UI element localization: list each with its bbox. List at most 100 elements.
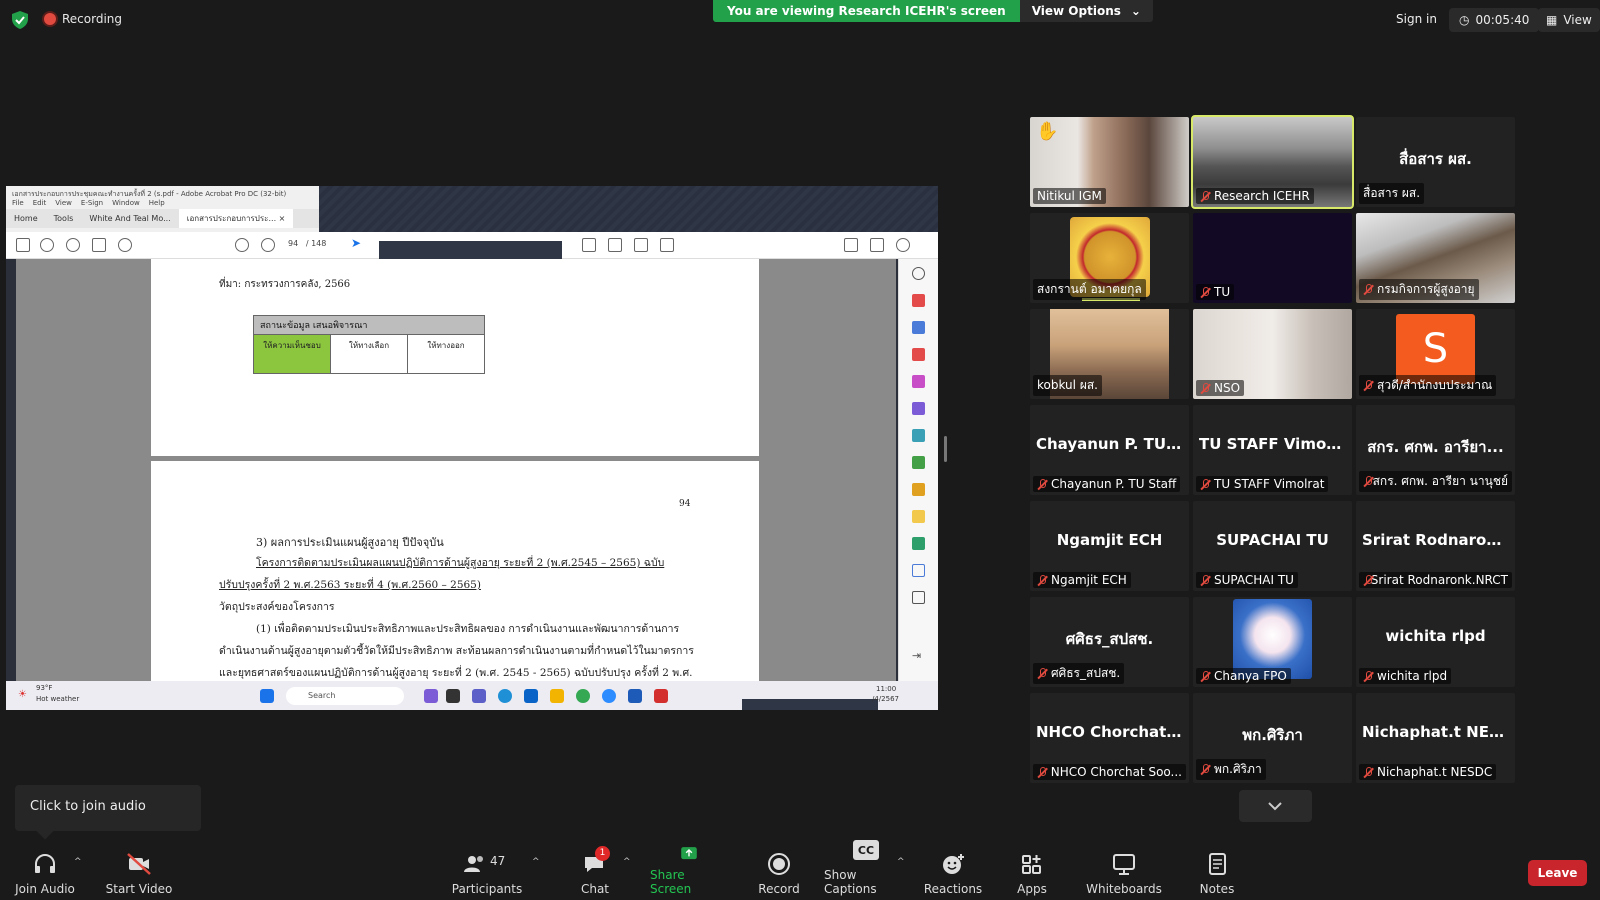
apps-button[interactable]: Apps: [1012, 845, 1052, 900]
participant-tile[interactable]: สงกรานต์ อมาตยกุล: [1030, 213, 1189, 303]
comment-tool-icon[interactable]: [912, 510, 925, 523]
leave-button[interactable]: Leave: [1528, 860, 1587, 886]
fill-sign-icon[interactable]: [912, 402, 925, 415]
participant-tile[interactable]: สื่อสาร ผส. สื่อสาร ผส.: [1356, 117, 1515, 207]
splitter-handle[interactable]: [944, 436, 947, 462]
participant-tile[interactable]: Srirat Rodnaron... Srirat Rodnaronk.NRCT: [1356, 501, 1515, 591]
tab-doc-1[interactable]: White And Teal Mo...: [81, 214, 178, 223]
chat-button[interactable]: 1 Chat: [574, 845, 616, 900]
explorer-icon[interactable]: [550, 689, 564, 703]
menu-edit[interactable]: Edit: [33, 199, 47, 208]
mail-icon[interactable]: [870, 238, 884, 252]
stamp-icon[interactable]: [660, 238, 674, 252]
menu-help[interactable]: Help: [149, 199, 165, 208]
zoom-in-icon[interactable]: [912, 267, 925, 280]
print-production-icon[interactable]: [912, 537, 925, 550]
menu-view[interactable]: View: [55, 199, 72, 208]
comment-icon[interactable]: [582, 238, 596, 252]
participant-tile[interactable]: พก.ศิริภา พก.ศิริภา: [1193, 693, 1352, 783]
menu-esign[interactable]: E-Sign: [81, 199, 103, 208]
view-options-button[interactable]: View Options ⌄: [1019, 0, 1153, 22]
windows-start-icon[interactable]: [260, 689, 274, 703]
zoom-app-icon[interactable]: [602, 689, 616, 703]
shield-tool-icon[interactable]: [912, 564, 925, 577]
taskbar-search[interactable]: Search: [286, 687, 404, 705]
teams-icon[interactable]: [472, 689, 486, 703]
participant-tile[interactable]: SUPACHAI TU SUPACHAI TU: [1193, 501, 1352, 591]
sign-in-link[interactable]: Sign in: [1396, 12, 1437, 26]
print-icon[interactable]: [92, 238, 106, 252]
record-button[interactable]: Record: [754, 845, 804, 900]
mail-app-icon[interactable]: [524, 689, 538, 703]
edge-icon[interactable]: [498, 689, 512, 703]
collapse-icon[interactable]: ⇥: [912, 649, 925, 662]
acrobat-icon[interactable]: [654, 689, 668, 703]
tab-doc-2[interactable]: เอกสารประกอบการประ... ×: [178, 209, 294, 228]
participants-caret-icon[interactable]: ^: [532, 857, 540, 867]
edit-pdf-icon[interactable]: [912, 348, 925, 361]
sign-icon[interactable]: [634, 238, 648, 252]
chat-caret-icon[interactable]: ^: [623, 857, 631, 867]
app-icon-2[interactable]: [446, 689, 460, 703]
show-captions-button[interactable]: CC Show Captions: [824, 840, 908, 900]
scan-icon[interactable]: [912, 429, 925, 442]
link-icon[interactable]: [844, 238, 858, 252]
create-pdf-icon[interactable]: [912, 321, 925, 334]
captions-caret-icon[interactable]: ^: [897, 857, 905, 867]
participant-tile[interactable]: TU STAFF Vimol... TU STAFF Vimolrat: [1193, 405, 1352, 495]
pen-icon[interactable]: [608, 238, 622, 252]
user-add-icon[interactable]: [896, 238, 910, 252]
reactions-button[interactable]: Reactions: [924, 845, 982, 900]
participants-button[interactable]: 47 Participants: [452, 845, 523, 900]
tab-home[interactable]: Home: [6, 214, 46, 223]
join-audio-tooltip[interactable]: Click to join audio: [15, 785, 201, 831]
menu-window[interactable]: Window: [112, 199, 140, 208]
view-button[interactable]: ▦ View: [1538, 8, 1600, 32]
meeting-timer[interactable]: ◷ 00:05:40: [1449, 8, 1540, 32]
shared-screen[interactable]: เอกสารประกอบการประชุมคณะทำงานครั้งที่ 2 …: [6, 186, 938, 710]
participant-tile[interactable]: ✋ Nitikul IGM: [1030, 117, 1189, 207]
audio-caret-icon[interactable]: ^: [74, 857, 82, 867]
participant-tile[interactable]: Chanya FPO: [1193, 597, 1352, 687]
participant-tile[interactable]: ศศิธร_สปสช. ศศิธร_สปสช.: [1030, 597, 1189, 687]
participant-tile[interactable]: สกร. ศกพ. อารียา... สกร. ศกพ. อารียา นานุ…: [1356, 405, 1515, 495]
compare-icon[interactable]: [912, 456, 925, 469]
whiteboards-button[interactable]: Whiteboards: [1086, 845, 1162, 900]
participant-tile[interactable]: Chayanun P. TU... Chayanun P. TU Staff: [1030, 405, 1189, 495]
document-viewer[interactable]: ที่มา: กระทรวงการคลัง, 2566 สถานะข้อมูล …: [16, 259, 896, 691]
page-indicator[interactable]: 94 / 148: [288, 239, 326, 248]
star-icon[interactable]: [40, 238, 54, 252]
more-tools-icon[interactable]: [912, 591, 925, 604]
word-icon[interactable]: [628, 689, 642, 703]
menu-file[interactable]: File: [12, 199, 24, 208]
join-audio-button[interactable]: Join Audio: [14, 845, 76, 900]
zoom-icon[interactable]: [118, 238, 132, 252]
participant-tile[interactable]: NHCO Chorchat... NHCO Chorchat Soo...: [1030, 693, 1189, 783]
tab-tools[interactable]: Tools: [46, 214, 82, 223]
notes-button[interactable]: Notes: [1196, 845, 1238, 900]
participant-tile[interactable]: Nichaphat.t NES... Nichaphat.t NESDC: [1356, 693, 1515, 783]
participant-tile[interactable]: Ngamjit ECH Ngamjit ECH: [1030, 501, 1189, 591]
page-down-icon[interactable]: [261, 238, 275, 252]
participant-tile[interactable]: Research ICEHR: [1191, 115, 1354, 209]
app-icon-1[interactable]: [424, 689, 438, 703]
export-pdf-icon[interactable]: [912, 294, 925, 307]
cursor-icon[interactable]: ➤: [351, 236, 365, 250]
participant-tile[interactable]: kobkul ผส.: [1030, 309, 1189, 399]
page-up-icon[interactable]: [235, 238, 249, 252]
participant-tile[interactable]: wichita rlpd wichita rlpd: [1356, 597, 1515, 687]
organize-icon[interactable]: [912, 375, 925, 388]
more-participants-button[interactable]: [1239, 790, 1312, 822]
recording-indicator[interactable]: Recording: [44, 12, 122, 26]
chrome-icon[interactable]: [576, 689, 590, 703]
participant-tile[interactable]: NSO: [1193, 309, 1352, 399]
upload-icon[interactable]: [66, 238, 80, 252]
shield-icon[interactable]: [12, 11, 28, 29]
participant-tile[interactable]: กรมกิจการผู้สูงอายุ: [1356, 213, 1515, 303]
share-screen-button[interactable]: Share Screen: [650, 845, 728, 900]
start-video-button[interactable]: Start Video: [104, 845, 174, 900]
participant-tile[interactable]: S สุวดี/สำนักงบประมาณ: [1356, 309, 1515, 399]
protect-icon[interactable]: [912, 483, 925, 496]
save-icon[interactable]: [16, 238, 30, 252]
participant-tile[interactable]: TU: [1193, 213, 1352, 303]
